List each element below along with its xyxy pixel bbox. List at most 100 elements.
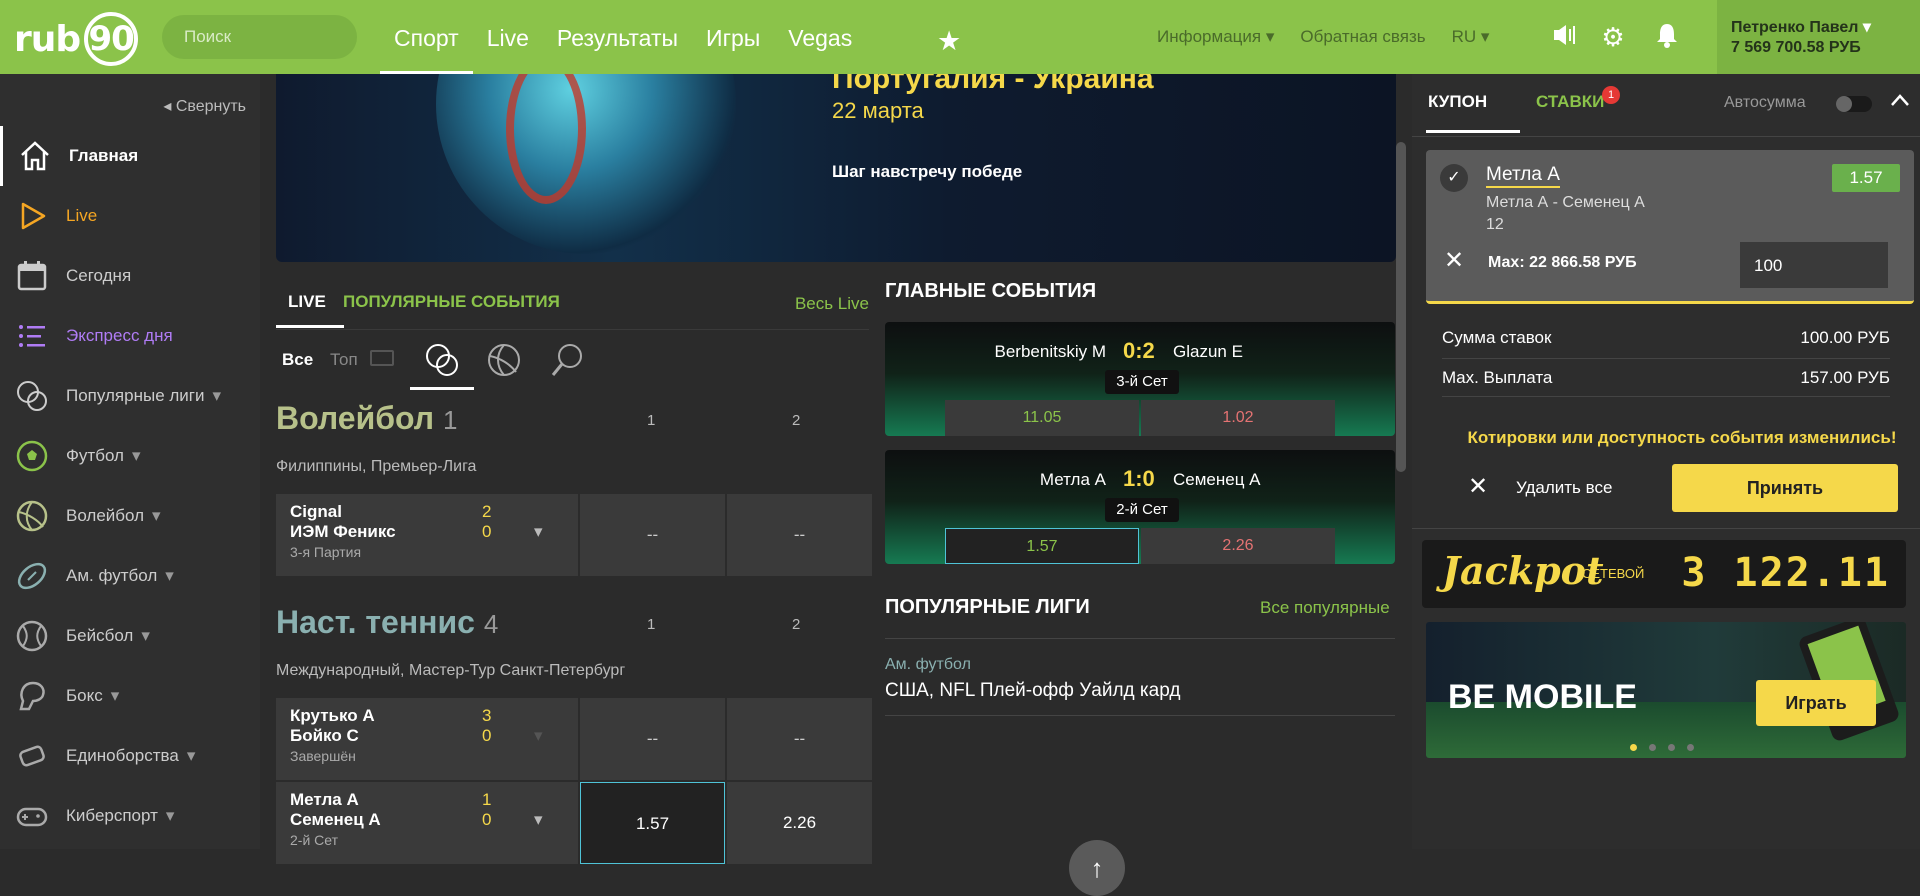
- delete-all-button[interactable]: Удалить все: [1516, 478, 1612, 498]
- sidebar-item[interactable]: Единоборства ▾: [0, 726, 260, 786]
- sidebar-item-label: Футбол: [66, 446, 124, 465]
- match-card[interactable]: Метла А 1:0 Семенец А 2-й Сет 1.57 2.26: [885, 450, 1395, 564]
- chevron-down-icon[interactable]: ▾: [534, 522, 543, 542]
- match-card[interactable]: Berbenitskiy M 0:2 Glazun E 3-й Сет 11.0…: [885, 322, 1395, 436]
- tab-bets[interactable]: СТАВКИ: [1536, 92, 1604, 112]
- volleyball-icon[interactable]: [486, 342, 522, 378]
- sidebar-item[interactable]: Главная: [0, 126, 260, 186]
- nav-live[interactable]: Live: [473, 0, 543, 74]
- favorites-star-icon[interactable]: ★: [937, 26, 961, 57]
- filter-all-sports[interactable]: [410, 330, 474, 390]
- score: 20: [482, 502, 491, 542]
- jackpot-subtitle: СЕТЕВОЙ: [1582, 566, 1645, 581]
- settings-gear-icon[interactable]: ⚙: [1598, 22, 1628, 52]
- sidebar-item[interactable]: Сегодня: [0, 246, 260, 306]
- score: 30: [482, 706, 491, 746]
- divider: [885, 638, 1395, 639]
- sound-icon[interactable]: [1548, 22, 1578, 52]
- sidebar-item[interactable]: Ам. футбол ▾: [0, 546, 260, 606]
- league-sport: Ам. футбол: [885, 656, 971, 673]
- remove-selection-close-icon[interactable]: ✕: [1444, 246, 1464, 275]
- odds-cell[interactable]: --: [727, 494, 872, 576]
- delete-all-close-icon[interactable]: ✕: [1468, 472, 1488, 501]
- sidebar-item[interactable]: Футбол ▾: [0, 426, 260, 486]
- sidebar-item[interactable]: Волейбол ▾: [0, 486, 260, 546]
- scrollbar[interactable]: [1396, 142, 1406, 472]
- score-1: 2: [482, 502, 492, 521]
- odds-cell-selected[interactable]: 1.57: [580, 782, 725, 864]
- sidebar-item[interactable]: Популярные лиги ▾: [0, 366, 260, 426]
- sidebar-item[interactable]: Бокс ▾: [0, 666, 260, 726]
- odds-cell[interactable]: --: [580, 698, 725, 780]
- fist-icon: [14, 738, 50, 774]
- league-item[interactable]: Ам. футбол США, NFL Плей-офф Уайлд кард: [885, 644, 1395, 716]
- all-popular-link[interactable]: Все популярные: [1260, 598, 1390, 618]
- odds-button[interactable]: 1.02: [1141, 400, 1335, 436]
- nav-games[interactable]: Игры: [692, 0, 774, 74]
- promo-banner[interactable]: Португалия - Украина 22 марта Шаг навстр…: [276, 74, 1396, 262]
- arrow-up-icon: ↑: [1090, 853, 1104, 883]
- info-menu[interactable]: Информация ▾: [1157, 27, 1274, 47]
- chevron-down-icon: ▾: [186, 746, 196, 765]
- odds-cell[interactable]: --: [727, 698, 872, 780]
- all-live-link[interactable]: Весь Live: [795, 294, 869, 314]
- tv-icon[interactable]: [370, 350, 394, 366]
- table-row[interactable]: Cignal ИЭМ Феникс 3-я Партия 20 ▾: [276, 494, 578, 576]
- checkmark-icon[interactable]: ✓: [1440, 164, 1468, 192]
- promo-title: BE MOBILE: [1448, 678, 1637, 716]
- jackpot-widget[interactable]: Jackpot СЕТЕВОЙ 3 122.11: [1422, 540, 1906, 608]
- baseball-icon: [14, 618, 50, 654]
- tab-popular-events[interactable]: ПОПУЛЯРНЫЕ СОБЫТИЯ: [343, 292, 560, 312]
- tab-live[interactable]: LIVE: [288, 292, 326, 312]
- sidebar-item-label: Бокс: [66, 686, 103, 705]
- chevron-down-icon[interactable]: ▾: [534, 726, 543, 746]
- sidebar-item[interactable]: Live: [0, 186, 260, 246]
- search-input[interactable]: Поиск: [162, 15, 357, 59]
- main-nav: Спорт Live Результаты Игры Vegas: [380, 0, 866, 74]
- collapse-sidebar-button[interactable]: ◂ Свернуть: [163, 96, 246, 116]
- logo[interactable]: rub 90: [14, 12, 139, 66]
- odds-cell[interactable]: --: [580, 494, 725, 576]
- accept-button[interactable]: Принять: [1672, 464, 1898, 512]
- odds-changed-warning: Котировки или доступность события измени…: [1467, 428, 1897, 447]
- odds-cell[interactable]: 2.26: [727, 782, 872, 864]
- boxing-glove-icon: [14, 678, 50, 714]
- scroll-to-top-button[interactable]: ↑: [1069, 840, 1125, 896]
- main-content: Португалия - Украина 22 марта Шаг навстр…: [262, 74, 1406, 896]
- sidebar-item-label: Волейбол: [66, 506, 145, 525]
- table-tennis-icon[interactable]: [548, 342, 584, 378]
- carousel-dots[interactable]: [1630, 744, 1694, 751]
- user-account[interactable]: Петренко Павел ▾ 7 569 700.58 РУБ: [1717, 0, 1920, 74]
- sidebar-item-label: Киберспорт: [66, 806, 158, 825]
- tab-coupon[interactable]: КУПОН: [1428, 92, 1487, 112]
- sidebar-item[interactable]: Экспресс дня: [0, 306, 260, 366]
- nav-vegas[interactable]: Vegas: [774, 0, 866, 74]
- sidebar-item[interactable]: Киберспорт ▾: [0, 786, 260, 846]
- odds-button[interactable]: 11.05: [945, 400, 1139, 436]
- feedback-link[interactable]: Обратная связь: [1300, 27, 1425, 47]
- score-2: 0: [482, 726, 492, 745]
- sidebar-item-label: Ам. футбол: [66, 566, 158, 585]
- match-period: 3-й Сет: [1105, 370, 1179, 394]
- nav-sport[interactable]: Спорт: [380, 0, 473, 74]
- autosum-toggle[interactable]: [1836, 96, 1872, 112]
- sidebar-item[interactable]: Бейсбол ▾: [0, 606, 260, 666]
- table-row[interactable]: Крутько А Бойко С Завершён 30 ▾: [276, 698, 578, 780]
- table-row[interactable]: Метла А Семенец А 2-й Сет 10 ▾: [276, 782, 578, 864]
- payout-value: 157.00 РУБ: [1800, 368, 1890, 387]
- stake-input[interactable]: 100: [1740, 242, 1888, 288]
- be-mobile-banner[interactable]: BE MOBILE Играть: [1426, 622, 1906, 758]
- nav-results[interactable]: Результаты: [543, 0, 692, 74]
- notifications-bell-icon[interactable]: [1652, 22, 1682, 52]
- play-button[interactable]: Играть: [1756, 680, 1876, 726]
- filter-all[interactable]: Все: [282, 350, 313, 370]
- filter-top[interactable]: Топ: [330, 350, 358, 370]
- chevron-up-icon[interactable]: [1890, 86, 1910, 114]
- chevron-down-icon: ▾: [141, 626, 150, 645]
- language-select[interactable]: RU ▾: [1452, 27, 1490, 47]
- sport-count: 4: [483, 609, 499, 639]
- divider: [1442, 358, 1890, 359]
- chevron-down-icon[interactable]: ▾: [534, 810, 543, 830]
- odds-button-selected[interactable]: 1.57: [945, 528, 1139, 564]
- odds-button[interactable]: 2.26: [1141, 528, 1335, 564]
